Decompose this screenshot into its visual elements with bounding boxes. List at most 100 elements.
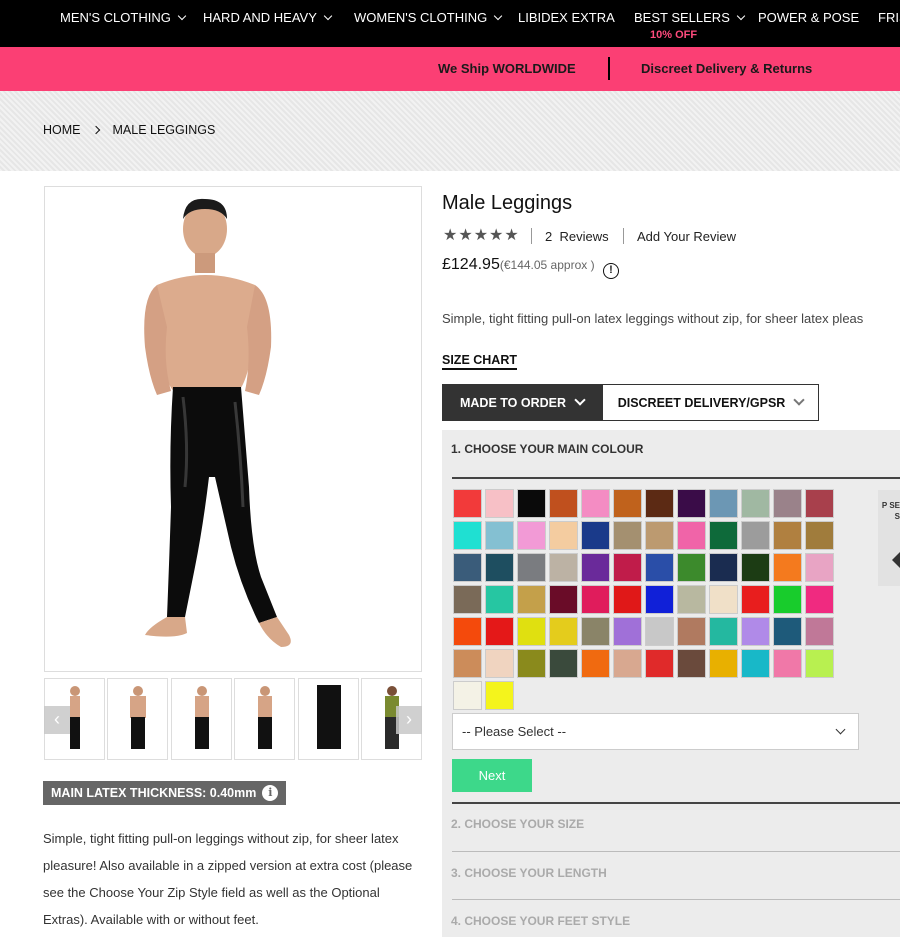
colour-swatch[interactable] bbox=[773, 617, 802, 646]
colour-swatch[interactable] bbox=[709, 649, 738, 678]
colour-swatch[interactable] bbox=[549, 553, 578, 582]
thumbnail[interactable] bbox=[298, 678, 359, 760]
colour-swatch[interactable] bbox=[549, 489, 578, 518]
tab-discreet-delivery[interactable]: DISCREET DELIVERY/GPSR bbox=[602, 384, 819, 421]
alert-info-icon[interactable]: ! bbox=[603, 263, 619, 279]
colour-swatch[interactable] bbox=[677, 553, 706, 582]
next-button[interactable]: Next bbox=[452, 759, 532, 792]
colour-swatch[interactable] bbox=[709, 521, 738, 550]
colour-swatch[interactable] bbox=[517, 585, 546, 614]
colour-swatch[interactable] bbox=[741, 553, 770, 582]
colour-swatch[interactable] bbox=[517, 521, 546, 550]
size-chart-link[interactable]: SIZE CHART bbox=[442, 353, 517, 370]
colour-swatch[interactable] bbox=[485, 585, 514, 614]
tab-made-to-order[interactable]: MADE TO ORDER bbox=[442, 384, 602, 421]
info-icon[interactable]: i bbox=[262, 785, 279, 801]
nav-fris[interactable]: FRIS bbox=[878, 10, 900, 25]
colour-swatch[interactable] bbox=[517, 553, 546, 582]
nav-womens-clothing[interactable]: WOMEN'S CLOTHING bbox=[354, 10, 503, 25]
colour-swatch[interactable] bbox=[485, 649, 514, 678]
thumbnail[interactable] bbox=[171, 678, 232, 760]
colour-swatch[interactable] bbox=[549, 521, 578, 550]
colour-swatch[interactable] bbox=[805, 585, 834, 614]
colour-swatch[interactable] bbox=[709, 553, 738, 582]
colour-swatch[interactable] bbox=[645, 521, 674, 550]
colour-swatch[interactable] bbox=[677, 617, 706, 646]
colour-swatch[interactable] bbox=[453, 617, 482, 646]
colour-swatch[interactable] bbox=[517, 617, 546, 646]
reviews-link[interactable]: 2 Reviews bbox=[545, 229, 609, 244]
colour-swatch[interactable] bbox=[741, 617, 770, 646]
colour-swatch[interactable] bbox=[773, 649, 802, 678]
colour-swatch[interactable] bbox=[581, 553, 610, 582]
colour-swatch[interactable] bbox=[741, 489, 770, 518]
colour-swatch[interactable] bbox=[517, 649, 546, 678]
colour-swatch[interactable] bbox=[645, 489, 674, 518]
colour-swatch[interactable] bbox=[677, 585, 706, 614]
colour-swatch[interactable] bbox=[453, 521, 482, 550]
colour-swatch[interactable] bbox=[613, 489, 642, 518]
colour-swatch[interactable] bbox=[805, 649, 834, 678]
side-preview-card[interactable]: P SE S bbox=[878, 490, 900, 586]
thumbnail-next-button[interactable]: › bbox=[396, 706, 422, 734]
colour-swatch[interactable] bbox=[549, 585, 578, 614]
breadcrumb-home[interactable]: HOME bbox=[43, 123, 81, 137]
colour-swatch[interactable] bbox=[645, 553, 674, 582]
colour-swatch[interactable] bbox=[613, 585, 642, 614]
colour-swatch[interactable] bbox=[709, 489, 738, 518]
colour-swatch[interactable] bbox=[581, 489, 610, 518]
step-choose-length[interactable]: 3. CHOOSE YOUR LENGTH bbox=[451, 866, 607, 880]
nav-libidex-extra[interactable]: LIBIDEX EXTRA bbox=[518, 10, 615, 25]
nav-mens-clothing[interactable]: MEN'S CLOTHING bbox=[60, 10, 187, 25]
colour-swatch[interactable] bbox=[645, 585, 674, 614]
colour-swatch[interactable] bbox=[453, 585, 482, 614]
colour-swatch[interactable] bbox=[709, 617, 738, 646]
step-choose-size[interactable]: 2. CHOOSE YOUR SIZE bbox=[451, 817, 584, 831]
add-review-link[interactable]: Add Your Review bbox=[637, 229, 736, 244]
colour-swatch[interactable] bbox=[485, 521, 514, 550]
nav-power-and-pose[interactable]: POWER & POSE bbox=[758, 10, 859, 25]
colour-swatch[interactable] bbox=[485, 617, 514, 646]
colour-swatch[interactable] bbox=[485, 553, 514, 582]
colour-swatch[interactable] bbox=[677, 649, 706, 678]
colour-swatch[interactable] bbox=[805, 617, 834, 646]
colour-select[interactable]: -- Please Select -- bbox=[452, 713, 859, 750]
colour-swatch[interactable] bbox=[485, 681, 514, 710]
colour-swatch[interactable] bbox=[805, 489, 834, 518]
colour-swatch[interactable] bbox=[453, 681, 482, 710]
colour-swatch[interactable] bbox=[645, 617, 674, 646]
colour-swatch[interactable] bbox=[773, 521, 802, 550]
colour-swatch[interactable] bbox=[485, 489, 514, 518]
colour-swatch[interactable] bbox=[773, 553, 802, 582]
colour-swatch[interactable] bbox=[581, 585, 610, 614]
colour-swatch[interactable] bbox=[453, 489, 482, 518]
colour-swatch[interactable] bbox=[741, 521, 770, 550]
colour-swatch[interactable] bbox=[613, 617, 642, 646]
colour-swatch[interactable] bbox=[517, 489, 546, 518]
colour-swatch[interactable] bbox=[773, 585, 802, 614]
colour-swatch[interactable] bbox=[613, 553, 642, 582]
colour-swatch[interactable] bbox=[677, 521, 706, 550]
thumbnail[interactable] bbox=[234, 678, 295, 760]
colour-swatch[interactable] bbox=[581, 521, 610, 550]
nav-hard-and-heavy[interactable]: HARD AND HEAVY bbox=[203, 10, 333, 25]
colour-swatch[interactable] bbox=[549, 617, 578, 646]
colour-swatch[interactable] bbox=[581, 649, 610, 678]
main-product-image[interactable] bbox=[44, 186, 422, 672]
colour-swatch[interactable] bbox=[709, 585, 738, 614]
colour-swatch[interactable] bbox=[613, 521, 642, 550]
colour-swatch[interactable] bbox=[453, 649, 482, 678]
thumbnail[interactable] bbox=[107, 678, 168, 760]
colour-swatch[interactable] bbox=[677, 489, 706, 518]
colour-swatch[interactable] bbox=[805, 521, 834, 550]
nav-best-sellers[interactable]: BEST SELLERS bbox=[634, 10, 746, 25]
colour-swatch[interactable] bbox=[741, 649, 770, 678]
colour-swatch[interactable] bbox=[581, 617, 610, 646]
colour-swatch[interactable] bbox=[645, 649, 674, 678]
colour-swatch[interactable] bbox=[773, 489, 802, 518]
colour-swatch[interactable] bbox=[741, 585, 770, 614]
step-choose-feet-style[interactable]: 4. CHOOSE YOUR FEET STYLE bbox=[451, 914, 630, 928]
colour-swatch[interactable] bbox=[805, 553, 834, 582]
colour-swatch[interactable] bbox=[453, 553, 482, 582]
colour-swatch[interactable] bbox=[549, 649, 578, 678]
